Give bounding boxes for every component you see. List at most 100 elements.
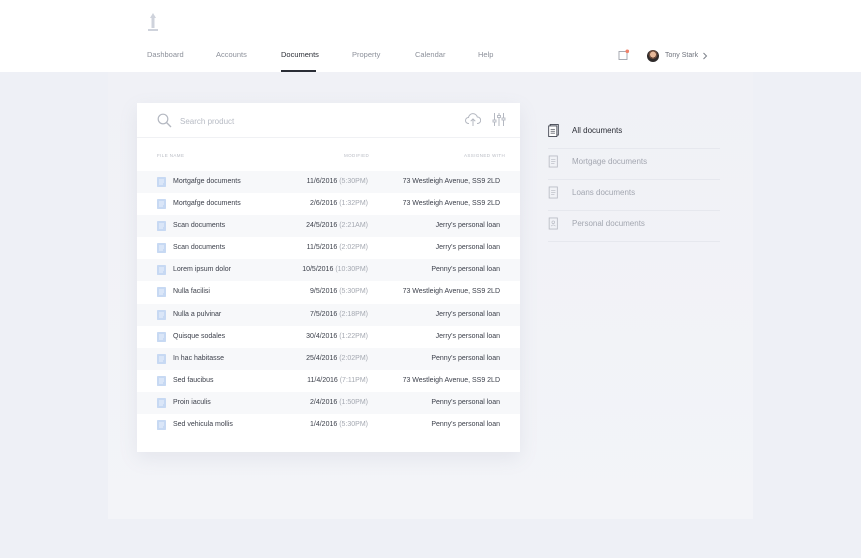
chevron-right-icon[interactable] bbox=[702, 52, 708, 60]
modified-time: (2:02PM) bbox=[339, 244, 368, 252]
file-name[interactable]: Scan documents bbox=[173, 222, 225, 229]
assigned-with[interactable]: Jerry's personal loan bbox=[436, 222, 500, 229]
modified-date: 11/6/2016 (5:30PM) bbox=[307, 178, 368, 185]
file-name[interactable]: Nulla a pulvinar bbox=[173, 311, 221, 318]
modified-date: 2/4/2016 (1:50PM) bbox=[310, 399, 368, 406]
modified-date: 11/4/2016 (7:11PM) bbox=[307, 377, 368, 384]
cloud-upload-icon[interactable] bbox=[465, 112, 481, 127]
table-row[interactable]: Nulla facilisi 9/5/2016 (5:30PM) 73 Westle… bbox=[137, 281, 520, 303]
assigned-with[interactable]: Penny's personal loan bbox=[431, 399, 500, 406]
column-header-assigned[interactable]: ASSIGNED WITH bbox=[464, 153, 505, 158]
modified-day: 2/6/2016 bbox=[310, 200, 338, 208]
document-icon bbox=[548, 155, 558, 168]
side-item-all-documents[interactable]: All documents bbox=[548, 118, 720, 149]
table-row[interactable]: Sed vehicula mollis 1/4/2016 (5:30PM) Penn… bbox=[137, 414, 520, 436]
assigned-with[interactable]: Jerry's personal loan bbox=[436, 311, 500, 318]
file-name[interactable]: Proin iaculis bbox=[173, 399, 211, 406]
modified-date: 24/5/2016 (2:21AM) bbox=[306, 222, 368, 229]
modified-time: (5:30PM) bbox=[339, 178, 368, 185]
table-row[interactable]: Mortgafge documents 2/6/2016 (1:32PM) 73 W… bbox=[137, 193, 520, 215]
file-icon bbox=[157, 265, 166, 276]
assigned-with[interactable]: Penny's personal loan bbox=[431, 266, 500, 273]
column-header-modified[interactable]: MODIFIED bbox=[344, 153, 369, 158]
assigned-with[interactable]: Jerry's personal loan bbox=[436, 244, 500, 251]
modified-date: 11/5/2016 (2:02PM) bbox=[307, 244, 368, 251]
table-row[interactable]: In hac habitasse 25/4/2016 (2:02PM) Penny'… bbox=[137, 347, 520, 370]
table-row[interactable]: Mortgafge documents 11/6/2016 (5:30PM) 73 … bbox=[137, 171, 520, 194]
assigned-with[interactable]: 73 Westleigh Avenue, SS9 2LD bbox=[403, 200, 500, 207]
assigned-with[interactable]: 73 Westleigh Avenue, SS9 2LD bbox=[403, 288, 500, 295]
modified-date: 2/6/2016 (1:32PM) bbox=[310, 200, 368, 207]
modified-day: 25/4/2016 bbox=[306, 354, 338, 362]
file-name[interactable]: In hac habitasse bbox=[173, 355, 224, 362]
modified-day: 1/4/2016 bbox=[310, 421, 338, 429]
assigned-with[interactable]: Penny's personal loan bbox=[431, 355, 500, 362]
file-name[interactable]: Mortgafge documents bbox=[173, 200, 241, 207]
side-item-label: Personal documents bbox=[572, 219, 645, 228]
modified-time: (7:11PM) bbox=[339, 376, 368, 384]
modified-date: 30/4/2016 (1:22PM) bbox=[306, 333, 368, 340]
assigned-with[interactable]: Jerry's personal loan bbox=[436, 333, 500, 340]
nav-calendar[interactable]: Calendar bbox=[415, 50, 445, 59]
avatar[interactable] bbox=[647, 50, 659, 62]
nav-documents[interactable]: Documents bbox=[281, 50, 319, 59]
nav-help[interactable]: Help bbox=[478, 50, 493, 59]
nav-accounts[interactable]: Accounts bbox=[216, 50, 247, 59]
nav-dashboard[interactable]: Dashboard bbox=[147, 50, 184, 59]
assigned-with[interactable]: Penny's personal loan bbox=[431, 421, 500, 428]
file-name[interactable]: Nulla facilisi bbox=[173, 288, 210, 295]
file-icon bbox=[157, 397, 166, 408]
modified-time: (1:22PM) bbox=[339, 332, 368, 340]
modified-day: 9/5/2016 bbox=[310, 288, 338, 296]
nav-property[interactable]: Property bbox=[352, 50, 380, 59]
personal-document-icon bbox=[548, 217, 558, 230]
file-name[interactable]: Sed vehicula mollis bbox=[173, 421, 233, 428]
side-item-loans-documents[interactable]: Loans documents bbox=[548, 180, 720, 211]
modified-day: 2/4/2016 bbox=[310, 398, 338, 406]
documents-table: Mortgafge documents 11/6/2016 (5:30PM) 73 … bbox=[137, 171, 520, 436]
file-icon bbox=[157, 243, 166, 254]
modified-date: 25/4/2016 (2:02PM) bbox=[306, 355, 368, 362]
table-row[interactable]: Nulla a pulvinar 7/5/2016 (2:18PM) Jerry's… bbox=[137, 303, 520, 326]
side-item-label: Mortgage documents bbox=[572, 157, 648, 166]
side-item-personal-documents[interactable]: Personal documents bbox=[548, 211, 720, 242]
file-name[interactable]: Sed faucibus bbox=[173, 377, 213, 384]
file-name[interactable]: Quisque sodales bbox=[173, 333, 225, 340]
modified-time: (5:30PM) bbox=[339, 421, 368, 429]
modified-date: 7/5/2016 (2:18PM) bbox=[310, 311, 368, 318]
table-row[interactable]: Proin iaculis 2/4/2016 (1:50PM) Penny's pe… bbox=[137, 391, 520, 415]
assigned-with[interactable]: 73 Westleigh Avenue, SS9 2LD bbox=[403, 377, 500, 384]
modified-time: (2:21AM) bbox=[339, 222, 368, 230]
assigned-with[interactable]: 73 Westleigh Avenue, SS9 2LD bbox=[403, 178, 500, 185]
search-input[interactable] bbox=[180, 114, 380, 128]
file-icon bbox=[157, 287, 166, 298]
document-icon bbox=[548, 186, 558, 199]
logo-icon[interactable] bbox=[146, 13, 160, 33]
table-row[interactable]: Scan documents 24/5/2016 (2:21AM) Jerry's … bbox=[137, 215, 520, 238]
table-row[interactable]: Lorem ipsum dolor 10/5/2016 (10:30PM) Penn… bbox=[137, 259, 520, 282]
file-icon bbox=[157, 309, 166, 320]
file-icon bbox=[157, 331, 166, 342]
modified-day: 11/5/2016 bbox=[306, 244, 338, 252]
search-bar bbox=[137, 103, 520, 138]
side-item-label: All documents bbox=[572, 126, 623, 135]
file-icon bbox=[157, 199, 166, 210]
side-item-label: Loans documents bbox=[572, 188, 636, 197]
file-name[interactable]: Mortgafge documents bbox=[173, 178, 241, 185]
file-icon bbox=[157, 375, 166, 386]
file-icon bbox=[157, 353, 166, 364]
documents-card: FILE NAME MODIFIED ASSIGNED WITH Mortgaf… bbox=[137, 103, 520, 452]
top-bar: Dashboard Accounts Documents Property Ca… bbox=[0, 0, 861, 72]
notification-icon[interactable] bbox=[618, 49, 630, 61]
filter-sliders-icon[interactable] bbox=[492, 112, 506, 127]
table-row[interactable]: Scan documents 11/5/2016 (2:02PM) Jerry's … bbox=[137, 237, 520, 259]
modified-time: (1:50PM) bbox=[339, 398, 368, 406]
table-row[interactable]: Quisque sodales 30/4/2016 (1:22PM) Jerry's… bbox=[137, 326, 520, 348]
table-row[interactable]: Sed faucibus 11/4/2016 (7:11PM) 73 Westlei… bbox=[137, 370, 520, 392]
file-name[interactable]: Scan documents bbox=[173, 244, 225, 251]
side-item-mortgage-documents[interactable]: Mortgage documents bbox=[548, 149, 720, 180]
user-name[interactable]: Tony Stark bbox=[665, 52, 698, 59]
modified-day: 11/6/2016 bbox=[306, 178, 338, 185]
file-name[interactable]: Lorem ipsum dolor bbox=[173, 266, 231, 273]
column-header-file-name[interactable]: FILE NAME bbox=[157, 153, 184, 158]
